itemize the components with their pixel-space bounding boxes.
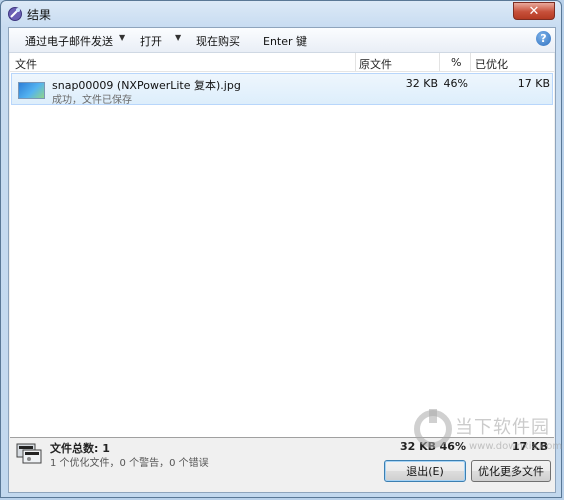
close-icon: ✕ bbox=[528, 3, 540, 19]
window-title: 结果 bbox=[27, 8, 52, 22]
file-optimized-size: 17 KB bbox=[517, 77, 550, 90]
table-row[interactable]: snap00009 (NXPowerLite 复本).jpg 成功，文件已保存 … bbox=[11, 73, 553, 106]
chevron-down-icon[interactable]: ▼ bbox=[175, 33, 181, 42]
file-percent: 46% bbox=[443, 77, 468, 90]
toolbar: 通过电子邮件发送 ▼ 打开 ▼ 现在购买 Enter 键 ? bbox=[9, 28, 555, 53]
summary-detail: 1 个优化文件，0 个警告，0 个错误 bbox=[50, 458, 209, 469]
column-optimized[interactable]: 已优化 bbox=[475, 56, 508, 72]
optimize-more-button[interactable]: 优化更多文件 bbox=[471, 460, 551, 482]
enter-key-button[interactable]: Enter 键 bbox=[263, 33, 307, 49]
buy-now-button[interactable]: 现在购买 bbox=[196, 33, 240, 49]
column-percent[interactable]: % bbox=[451, 56, 461, 69]
results-window: 结果 ✕ 通过电子邮件发送 ▼ 打开 ▼ 现在购买 Enter 键 ? 文件 原… bbox=[0, 0, 562, 498]
exit-button[interactable]: 退出(E) bbox=[384, 460, 466, 482]
file-status: 成功，文件已保存 bbox=[52, 95, 132, 106]
summary-percent: 46% bbox=[439, 440, 466, 453]
title-bar[interactable]: 结果 ✕ bbox=[1, 1, 561, 27]
files-summary-icon bbox=[16, 443, 42, 464]
summary-original-size: 32 KB bbox=[399, 440, 436, 453]
send-email-menu[interactable]: 通过电子邮件发送 bbox=[25, 33, 113, 49]
help-icon[interactable]: ? bbox=[536, 31, 551, 46]
client-area: 通过电子邮件发送 ▼ 打开 ▼ 现在购买 Enter 键 ? 文件 原文件 % … bbox=[8, 27, 556, 493]
list-header: 文件 原文件 % 已优化 bbox=[10, 53, 554, 72]
file-original-size: 32 KB bbox=[405, 77, 438, 90]
close-button[interactable]: ✕ bbox=[513, 2, 555, 20]
results-list[interactable]: 文件 原文件 % 已优化 snap00009 (NXPowerLite 复本).… bbox=[10, 53, 554, 438]
column-original[interactable]: 原文件 bbox=[359, 56, 392, 72]
nxpowerlite-icon bbox=[8, 7, 22, 21]
open-menu[interactable]: 打开 bbox=[140, 33, 162, 49]
summary-optimized-size: 17 KB bbox=[511, 440, 548, 453]
column-file[interactable]: 文件 bbox=[15, 56, 37, 72]
image-thumbnail-icon bbox=[18, 82, 45, 99]
chevron-down-icon[interactable]: ▼ bbox=[119, 33, 125, 42]
